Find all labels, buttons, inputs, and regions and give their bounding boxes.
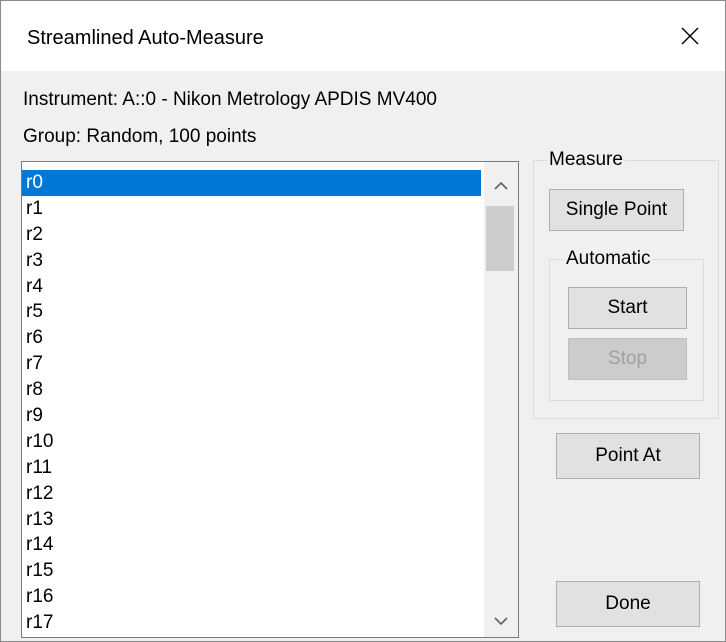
title-bar: Streamlined Auto-Measure: [1, 1, 725, 71]
list-item[interactable]: r15: [22, 558, 481, 584]
list-item[interactable]: r16: [22, 584, 481, 610]
automatic-group-label: Automatic: [564, 248, 653, 270]
list-item[interactable]: r12: [22, 481, 481, 507]
instrument-label: Instrument: A::0 - Nikon Metrology APDIS…: [23, 89, 437, 110]
list-item[interactable]: r3: [22, 248, 481, 274]
single-point-button[interactable]: Single Point: [549, 189, 684, 231]
scroll-thumb[interactable]: [486, 206, 514, 271]
points-listbox[interactable]: r0 r1 r2 r3 r4 r5 r6 r7 r8 r9 r10 r11 r12 r13 r14 r15 r1…: [21, 161, 519, 638]
start-button[interactable]: Start: [568, 287, 687, 329]
scroll-down-button[interactable]: [484, 605, 518, 637]
group-label: Group: Random, 100 points: [23, 126, 257, 147]
done-button[interactable]: Done: [556, 581, 700, 627]
list-item[interactable]: r6: [22, 325, 481, 351]
points-list: r0 r1 r2 r3 r4 r5 r6 r7 r8 r9 r10 r11 r12 r13 r14 r15 r1…: [22, 170, 487, 636]
chevron-down-icon: [494, 617, 508, 626]
list-item[interactable]: r13: [22, 507, 481, 533]
list-item[interactable]: r14: [22, 532, 481, 558]
scroll-up-button[interactable]: [484, 170, 518, 202]
list-item[interactable]: r4: [22, 274, 481, 300]
auto-measure-dialog: Streamlined Auto-Measure Instrument: A::…: [0, 0, 726, 642]
list-item[interactable]: r5: [22, 299, 481, 325]
list-item[interactable]: r8: [22, 377, 481, 403]
list-item[interactable]: r7: [22, 351, 481, 377]
list-item[interactable]: r9: [22, 403, 481, 429]
list-item[interactable]: r2: [22, 222, 481, 248]
list-item[interactable]: r17: [22, 610, 481, 636]
list-item[interactable]: r1: [22, 196, 481, 222]
list-item[interactable]: r10: [22, 429, 481, 455]
measure-group-label: Measure: [547, 149, 625, 171]
window-title: Streamlined Auto-Measure: [27, 27, 264, 49]
chevron-up-icon: [494, 181, 508, 190]
list-item[interactable]: r0: [22, 170, 481, 196]
list-item[interactable]: r11: [22, 455, 481, 481]
vertical-scrollbar[interactable]: [484, 162, 518, 637]
stop-button[interactable]: Stop: [568, 338, 687, 380]
close-icon: [681, 27, 699, 45]
point-at-button[interactable]: Point At: [556, 433, 700, 479]
close-button[interactable]: [655, 1, 725, 71]
